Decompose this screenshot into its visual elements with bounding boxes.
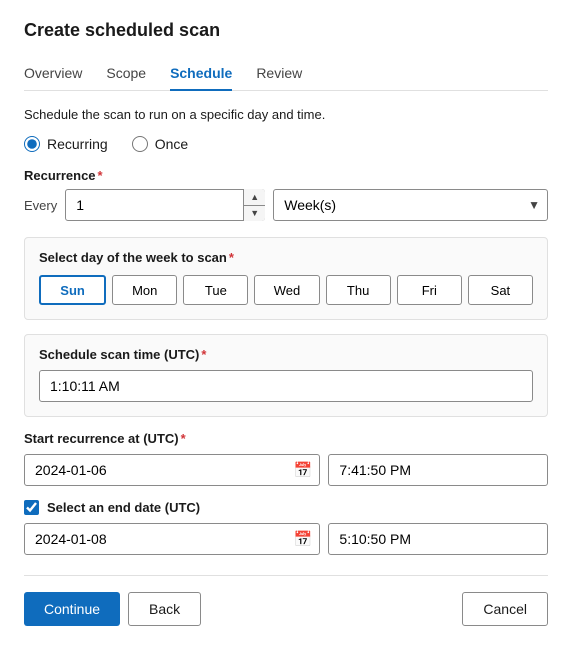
recurring-label: Recurring	[47, 136, 108, 152]
end-time-input[interactable]	[328, 523, 548, 555]
days-row: Sun Mon Tue Wed Thu Fri Sat	[39, 275, 533, 305]
recurring-radio[interactable]	[24, 136, 40, 152]
start-required: *	[181, 431, 186, 446]
recurrence-type-group: Recurring Once	[24, 136, 548, 152]
recurrence-required: *	[98, 168, 103, 183]
end-date-wrap: 📅	[24, 523, 320, 555]
tab-overview[interactable]: Overview	[24, 57, 82, 91]
day-btn-thu[interactable]: Thu	[326, 275, 391, 305]
spin-up[interactable]: ▲	[244, 189, 265, 206]
once-radio[interactable]	[132, 136, 148, 152]
start-date-wrap: 📅	[24, 454, 320, 486]
every-number-input[interactable]	[65, 189, 265, 221]
scan-time-required: *	[201, 347, 206, 362]
back-button[interactable]: Back	[128, 592, 201, 626]
period-select[interactable]: Day(s) Week(s) Month(s)	[273, 189, 548, 221]
tab-bar: Overview Scope Schedule Review	[24, 57, 548, 91]
once-radio-label[interactable]: Once	[132, 136, 188, 152]
cancel-button[interactable]: Cancel	[462, 592, 548, 626]
end-date-input[interactable]	[24, 523, 320, 555]
start-recurrence-label: Start recurrence at (UTC)*	[24, 431, 548, 446]
tab-review[interactable]: Review	[256, 57, 302, 91]
tab-schedule[interactable]: Schedule	[170, 57, 232, 91]
every-label: Every	[24, 198, 57, 213]
tab-scope[interactable]: Scope	[106, 57, 146, 91]
start-date-input[interactable]	[24, 454, 320, 486]
start-date-time-row: 📅	[24, 454, 548, 486]
day-required: *	[229, 250, 234, 265]
end-date-checkbox[interactable]	[24, 500, 39, 515]
end-date-label-text: Select an end date (UTC)	[47, 500, 200, 515]
day-btn-sun[interactable]: Sun	[39, 275, 106, 305]
day-btn-wed[interactable]: Wed	[254, 275, 319, 305]
page-title: Create scheduled scan	[24, 20, 548, 41]
start-time-input[interactable]	[328, 454, 548, 486]
recurring-radio-label[interactable]: Recurring	[24, 136, 108, 152]
footer-left-buttons: Continue Back	[24, 592, 201, 626]
once-label: Once	[155, 136, 188, 152]
day-btn-mon[interactable]: Mon	[112, 275, 177, 305]
period-select-wrap: Day(s) Week(s) Month(s) ▼	[273, 189, 548, 221]
footer-divider	[24, 575, 548, 576]
day-of-week-section: Select day of the week to scan* Sun Mon …	[24, 237, 548, 320]
day-of-week-label: Select day of the week to scan*	[39, 250, 533, 265]
scan-time-section: Schedule scan time (UTC)*	[24, 334, 548, 417]
spin-down[interactable]: ▼	[244, 206, 265, 222]
day-btn-tue[interactable]: Tue	[183, 275, 248, 305]
every-number-wrap: ▲ ▼	[65, 189, 265, 221]
day-btn-sat[interactable]: Sat	[468, 275, 533, 305]
day-btn-fri[interactable]: Fri	[397, 275, 462, 305]
recurrence-row: Every ▲ ▼ Day(s) Week(s) Month(s) ▼	[24, 189, 548, 221]
scan-time-label: Schedule scan time (UTC)*	[39, 347, 533, 362]
footer-row: Continue Back Cancel	[24, 592, 548, 626]
end-date-time-row: 📅	[24, 523, 548, 555]
end-date-checkbox-label[interactable]: Select an end date (UTC)	[24, 500, 548, 515]
end-date-section: Select an end date (UTC) 📅	[24, 500, 548, 555]
continue-button[interactable]: Continue	[24, 592, 120, 626]
start-recurrence-section: Start recurrence at (UTC)* 📅	[24, 431, 548, 486]
recurrence-field-label: Recurrence*	[24, 168, 548, 183]
description: Schedule the scan to run on a specific d…	[24, 107, 548, 122]
spin-buttons: ▲ ▼	[243, 189, 265, 221]
scan-time-input[interactable]	[39, 370, 533, 402]
